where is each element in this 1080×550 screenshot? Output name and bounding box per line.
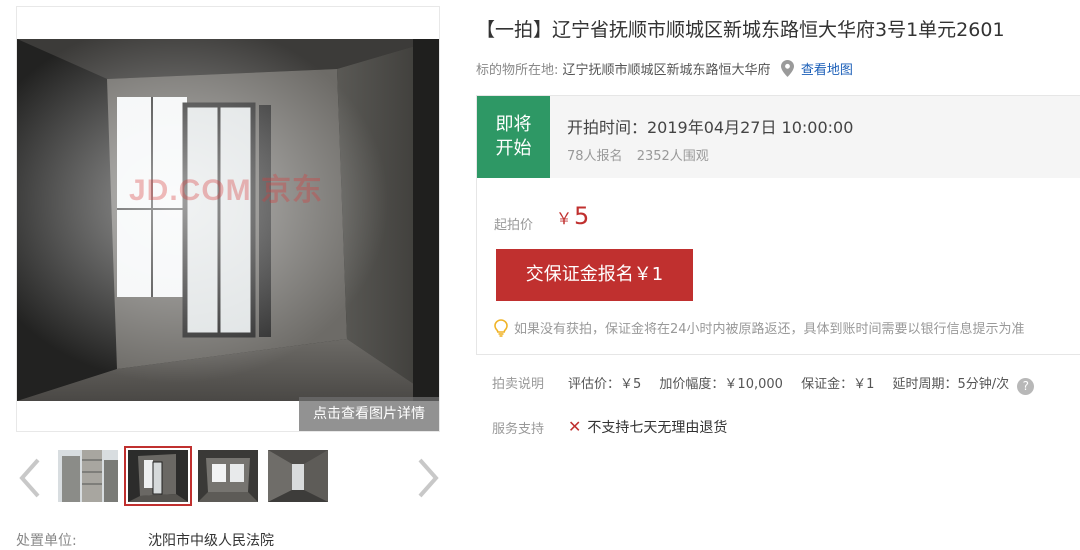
- map-pin-icon[interactable]: [780, 60, 794, 77]
- auction-stats: 78人报名 2352人围观: [567, 145, 709, 164]
- appraisal-price: 评估价：￥5: [568, 377, 642, 392]
- prev-arrow-icon[interactable]: [18, 456, 42, 500]
- lightbulb-icon: [494, 319, 508, 337]
- handler-value: 沈阳市中级人民法院: [148, 533, 274, 549]
- status-header: 即将 开始 开拍时间：2019年04月27日 10:00:00 78人报名 23…: [477, 96, 1080, 178]
- rules-label: 拍卖说明: [492, 377, 545, 392]
- status-badge-line1: 即将: [495, 114, 532, 135]
- thumbnail-room[interactable]: [198, 450, 258, 502]
- watermark: JD.COM 京东: [129, 174, 324, 207]
- auction-panel: 即将 开始 开拍时间：2019年04月27日 10:00:00 78人报名 23…: [476, 95, 1080, 355]
- start-price-value: 5: [574, 202, 590, 230]
- registration-count: 78人报名: [567, 149, 623, 164]
- thumbnail-corridor[interactable]: [268, 450, 328, 502]
- main-photo-frame: JD.COM 京东 点击查看图片详情: [16, 6, 440, 432]
- refund-notice: 如果没有获拍，保证金将在24小时内被原路返还，具体到账时间需要以银行信息提示为准: [494, 318, 1025, 337]
- watcher-count: 2352人围观: [636, 149, 709, 164]
- view-map-link[interactable]: 查看地图: [801, 63, 853, 78]
- thumbnail-exterior[interactable]: [58, 450, 118, 502]
- main-photo[interactable]: [17, 39, 439, 401]
- location-address: 辽宁抚顺市顺城区新城东路恒大华府: [562, 63, 771, 78]
- start-price: ￥5: [556, 202, 589, 230]
- location-row: 标的物所在地: 辽宁抚顺市顺城区新城东路恒大华府 查看地图: [476, 59, 853, 78]
- service-label: 服务支持: [492, 422, 545, 437]
- auction-rules: 评估价：￥5 加价幅度：￥10,000 保证金：￥1 延时周期：5分钟/次 ?: [568, 373, 1048, 395]
- start-time: 开拍时间：2019年04月27日 10:00:00: [567, 118, 854, 137]
- start-price-label: 起拍价: [494, 218, 534, 233]
- delay-period: 延时周期：5分钟/次: [892, 377, 1010, 392]
- next-arrow-icon[interactable]: [416, 456, 440, 500]
- photo-detail-button[interactable]: 点击查看图片详情: [299, 397, 439, 431]
- status-badge-line2: 开始: [495, 138, 532, 159]
- refund-notice-text: 如果没有获拍，保证金将在24小时内被原路返还，具体到账时间需要以银行信息提示为准: [514, 322, 1025, 337]
- page-title: 【一拍】辽宁省抚顺市顺城区新城东路恒大华府3号1单元2601: [476, 19, 1005, 41]
- bid-increment: 加价幅度：￥10,000: [659, 377, 783, 392]
- status-badge: 即将 开始: [477, 96, 550, 178]
- service-support: ✕ 不支持七天无理由退货: [568, 417, 727, 437]
- cross-icon: ✕: [568, 417, 582, 436]
- thumbnail-room-selected[interactable]: [124, 446, 192, 506]
- location-label: 标的物所在地:: [476, 63, 559, 78]
- service-text: 不支持七天无理由退货: [587, 420, 728, 436]
- deposit-amount: 保证金：￥1: [801, 377, 875, 392]
- help-icon[interactable]: ?: [1017, 378, 1035, 395]
- currency-symbol: ￥: [556, 209, 573, 228]
- pay-deposit-button[interactable]: 交保证金报名￥1: [496, 249, 693, 301]
- handler-label: 处置单位:: [16, 533, 77, 549]
